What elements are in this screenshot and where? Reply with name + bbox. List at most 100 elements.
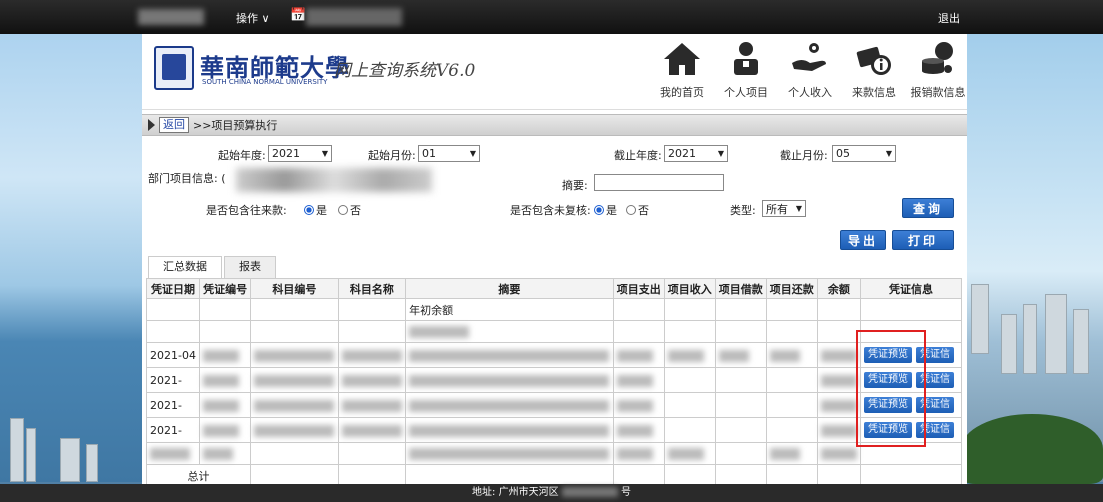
logout-link[interactable]: 退出	[938, 10, 960, 26]
redacted-text	[616, 424, 653, 437]
date-redacted	[306, 8, 402, 26]
top-nav: 我的首页 个人项目 个人收入 来款信息 报销款信息	[647, 38, 967, 100]
voucher-info-button[interactable]: 凭证信	[916, 397, 954, 413]
background-building	[86, 444, 98, 482]
redacted-text	[820, 374, 857, 387]
username-redacted	[138, 9, 204, 25]
include-unreviewed-no[interactable]: 否	[626, 202, 649, 218]
end-year-select[interactable]: 2021 ▼	[664, 145, 728, 162]
nav-payment-info[interactable]: 来款信息	[845, 38, 903, 100]
nav-home[interactable]: 我的首页	[653, 38, 711, 100]
redacted-text	[341, 399, 402, 412]
voucher-preview-button[interactable]: 凭证预览	[864, 372, 912, 388]
voucher-preview-button[interactable]: 凭证预览	[864, 422, 912, 438]
end-year-label: 截止年度:	[614, 149, 662, 162]
radio-label: 是	[316, 204, 327, 217]
voucher-preview-button[interactable]: 凭证预览	[864, 347, 912, 363]
address-redacted	[561, 487, 618, 497]
chevron-down-icon: ▼	[469, 149, 476, 158]
summary-input[interactable]	[594, 174, 724, 191]
redacted-text	[820, 448, 857, 460]
export-button[interactable]: 导出	[840, 230, 886, 250]
end-month-select[interactable]: 05 ▼	[832, 145, 896, 162]
nav-label: 报销款信息	[910, 86, 966, 99]
redacted-text	[203, 448, 234, 460]
coins-icon	[922, 42, 953, 74]
radio-icon	[338, 205, 348, 215]
col-summary: 摘要	[405, 278, 614, 299]
tab-report[interactable]: 报表	[224, 256, 276, 278]
col-repayment: 项目还款	[765, 278, 818, 299]
radio-selected-icon	[594, 205, 604, 215]
end-year-value: 2021	[668, 147, 696, 160]
redacted-text	[409, 424, 610, 437]
redacted-text	[254, 349, 335, 362]
start-month-select[interactable]: 01 ▼	[418, 145, 480, 162]
tab-summary[interactable]: 汇总数据	[148, 256, 222, 278]
redacted-text	[409, 349, 610, 362]
redacted-text	[718, 349, 749, 362]
query-button[interactable]: 查询	[902, 198, 954, 218]
breadcrumb-arrow-icon	[148, 119, 155, 131]
nav-reimbursement-info[interactable]: 报销款信息	[909, 38, 967, 100]
redacted-text	[341, 424, 402, 437]
start-month-value: 01	[422, 147, 436, 160]
chevron-down-icon: ▼	[795, 204, 802, 213]
breadcrumb: 返回 >>项目预算执行	[142, 114, 967, 136]
system-title: 网上查询系统V6.0	[334, 61, 476, 81]
summary-label: 摘要:	[562, 179, 588, 192]
col-income: 项目收入	[663, 278, 716, 299]
include-unreviewed-yes[interactable]: 是	[594, 202, 617, 218]
col-expense: 项目支出	[612, 278, 665, 299]
start-year-select[interactable]: 2021 ▼	[268, 145, 332, 162]
end-month-label: 截止月份:	[780, 149, 828, 162]
include-prior-label: 是否包含往来款:	[206, 204, 287, 217]
voucher-info-button[interactable]: 凭证信	[916, 347, 954, 363]
footer-address: 地址: 广州市天河区	[472, 487, 559, 498]
back-button[interactable]: 返回	[159, 117, 189, 133]
print-button[interactable]: 打印	[892, 230, 954, 250]
include-prior-no[interactable]: 否	[338, 202, 361, 218]
operations-menu[interactable]: 操作 ∨	[236, 10, 270, 26]
main-frame: 華南師範大學 SOUTH CHINA NORMAL UNIVERSITY 网上查…	[142, 34, 967, 484]
nav-personal-income[interactable]: 个人收入	[781, 38, 839, 100]
dept-project-label: 部门项目信息: (	[148, 172, 226, 185]
redacted-text	[769, 349, 800, 362]
background-right	[961, 14, 1103, 484]
table-row: 2021-04 凭证预览 凭证信	[145, 342, 962, 368]
include-prior-yes[interactable]: 是	[304, 202, 327, 218]
redacted-text	[616, 349, 653, 362]
redacted-text	[616, 448, 653, 460]
voucher-info-button[interactable]: 凭证信	[916, 422, 954, 438]
type-select[interactable]: 所有 ▼	[762, 200, 806, 217]
background-building	[971, 284, 989, 354]
background-trees	[961, 414, 1103, 484]
col-subject-code: 科目编号	[250, 278, 339, 299]
col-balance: 余额	[816, 278, 862, 299]
redacted-text	[409, 326, 470, 338]
table-row	[145, 442, 962, 465]
chevron-down-icon: ▼	[885, 149, 892, 158]
voucher-preview-button[interactable]: 凭证预览	[864, 397, 912, 413]
header: 華南師範大學 SOUTH CHINA NORMAL UNIVERSITY 网上查…	[142, 34, 967, 110]
background-building	[26, 428, 36, 482]
redacted-text	[409, 448, 610, 460]
university-crest-icon	[154, 46, 194, 90]
col-subject-name: 科目名称	[337, 278, 407, 299]
background-building	[1023, 304, 1037, 374]
voucher-info-button[interactable]: 凭证信	[916, 372, 954, 388]
end-month-value: 05	[836, 147, 850, 160]
home-icon	[664, 43, 700, 75]
university-logo-english: SOUTH CHINA NORMAL UNIVERSITY	[202, 78, 328, 86]
background-building	[10, 418, 24, 482]
include-unreviewed-label: 是否包含未复核:	[510, 204, 591, 217]
redacted-text	[820, 349, 857, 362]
redacted-text	[769, 448, 800, 460]
nav-label: 个人收入	[788, 86, 832, 99]
radio-label: 否	[350, 204, 361, 217]
nav-personal-projects[interactable]: 个人项目	[717, 38, 775, 100]
table-header-row: 凭证日期 凭证编号 科目编号 科目名称 摘要 项目支出 项目收入 项目借款 项目…	[145, 278, 962, 299]
chevron-down-icon: ▼	[717, 149, 724, 158]
redacted-text	[203, 424, 240, 437]
redacted-text	[203, 374, 240, 387]
